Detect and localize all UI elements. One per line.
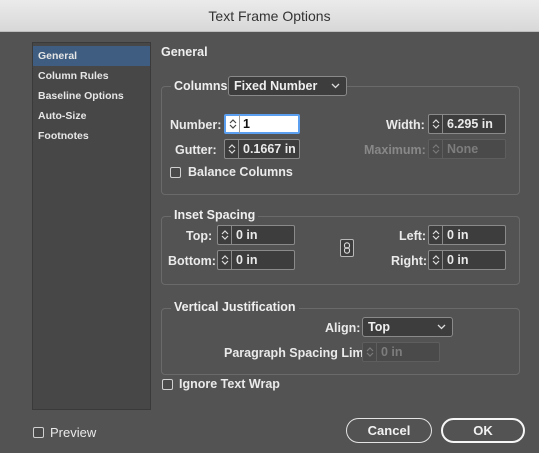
preview-checkbox[interactable] (33, 427, 44, 438)
ignore-text-wrap-label: Ignore Text Wrap (179, 377, 280, 391)
sidebar-item-general[interactable]: General (33, 46, 150, 66)
inset-left-field[interactable]: 0 in (428, 225, 506, 245)
align-label: Align: (325, 321, 361, 335)
ok-button[interactable]: OK (441, 418, 525, 443)
paragraph-spacing-limit-label: Paragraph Spacing Limit: (224, 346, 376, 360)
maximum-stepper[interactable] (429, 140, 443, 158)
chevron-down-icon (331, 83, 340, 89)
sidebar-item-column-rules[interactable]: Column Rules (33, 66, 150, 86)
inset-spacing-title: Inset Spacing (171, 208, 259, 222)
chain-link-icon (343, 242, 351, 254)
stepper-icon (432, 119, 439, 129)
balance-columns-checkbox[interactable] (170, 167, 181, 178)
width-stepper[interactable] (429, 115, 443, 133)
paragraph-spacing-limit-field[interactable]: 0 in (362, 342, 440, 362)
section-title: General (161, 45, 208, 59)
columns-label: Columns: (171, 79, 235, 93)
title-bar: Text Frame Options (0, 0, 539, 32)
sidebar-item-baseline-options[interactable]: Baseline Options (33, 86, 150, 106)
columns-type-select[interactable]: Fixed Number (228, 76, 347, 96)
inset-top-value: 0 in (236, 228, 258, 242)
stepper-icon (432, 144, 439, 154)
inset-right-value: 0 in (447, 253, 469, 267)
vertical-justification-title: Vertical Justification (171, 300, 299, 314)
number-field[interactable]: 1 (224, 114, 300, 134)
width-field[interactable]: 6.295 in (428, 114, 506, 134)
inset-top-label: Top: (186, 229, 213, 243)
align-select[interactable]: Top (362, 317, 453, 337)
inset-top-stepper[interactable] (218, 226, 232, 244)
inset-top-field[interactable]: 0 in (217, 225, 295, 245)
inset-left-label: Left: (399, 229, 427, 243)
sidebar-item-footnotes[interactable]: Footnotes (33, 126, 150, 146)
gutter-field[interactable]: 0.1667 in (224, 139, 300, 159)
stepper-icon (228, 144, 235, 154)
width-label: Width: (386, 118, 425, 132)
gutter-stepper[interactable] (225, 140, 239, 158)
sidebar-item-auto-size[interactable]: Auto-Size (33, 106, 150, 126)
inset-bottom-label: Bottom: (168, 254, 216, 268)
balance-columns-label: Balance Columns (188, 165, 293, 179)
make-all-settings-same-button[interactable] (340, 239, 354, 257)
stepper-icon (221, 230, 228, 240)
paragraph-spacing-limit-value: 0 in (381, 345, 403, 359)
cancel-button[interactable]: Cancel (346, 418, 432, 443)
preview-label: Preview (50, 425, 97, 440)
inset-right-stepper[interactable] (429, 251, 443, 269)
maximum-value: None (447, 142, 479, 156)
stepper-icon (432, 255, 439, 265)
chevron-down-icon (437, 324, 446, 330)
number-label: Number: (170, 118, 222, 132)
stepper-icon (221, 255, 228, 265)
inset-bottom-value: 0 in (236, 253, 258, 267)
maximum-field[interactable]: None (428, 139, 506, 159)
width-value: 6.295 in (447, 117, 493, 131)
paragraph-spacing-stepper[interactable] (363, 343, 377, 361)
inset-bottom-field[interactable]: 0 in (217, 250, 295, 270)
number-value: 1 (243, 117, 250, 131)
columns-type-value: Fixed Number (234, 79, 318, 93)
stepper-icon (366, 347, 373, 357)
inset-bottom-stepper[interactable] (218, 251, 232, 269)
gutter-label: Gutter: (175, 143, 217, 157)
inset-right-field[interactable]: 0 in (428, 250, 506, 270)
maximum-label: Maximum: (364, 143, 426, 157)
inset-left-value: 0 in (447, 228, 469, 242)
stepper-icon (432, 230, 439, 240)
align-value: Top (368, 320, 390, 334)
ignore-text-wrap-checkbox[interactable] (162, 379, 173, 390)
number-stepper[interactable] (226, 115, 240, 133)
window-title: Text Frame Options (208, 8, 331, 24)
gutter-value: 0.1667 in (243, 142, 296, 156)
inset-left-stepper[interactable] (429, 226, 443, 244)
sidebar: General Column Rules Baseline Options Au… (32, 42, 151, 410)
vertical-justification-group (161, 308, 520, 375)
stepper-icon (229, 119, 236, 129)
inset-right-label: Right: (391, 254, 428, 268)
